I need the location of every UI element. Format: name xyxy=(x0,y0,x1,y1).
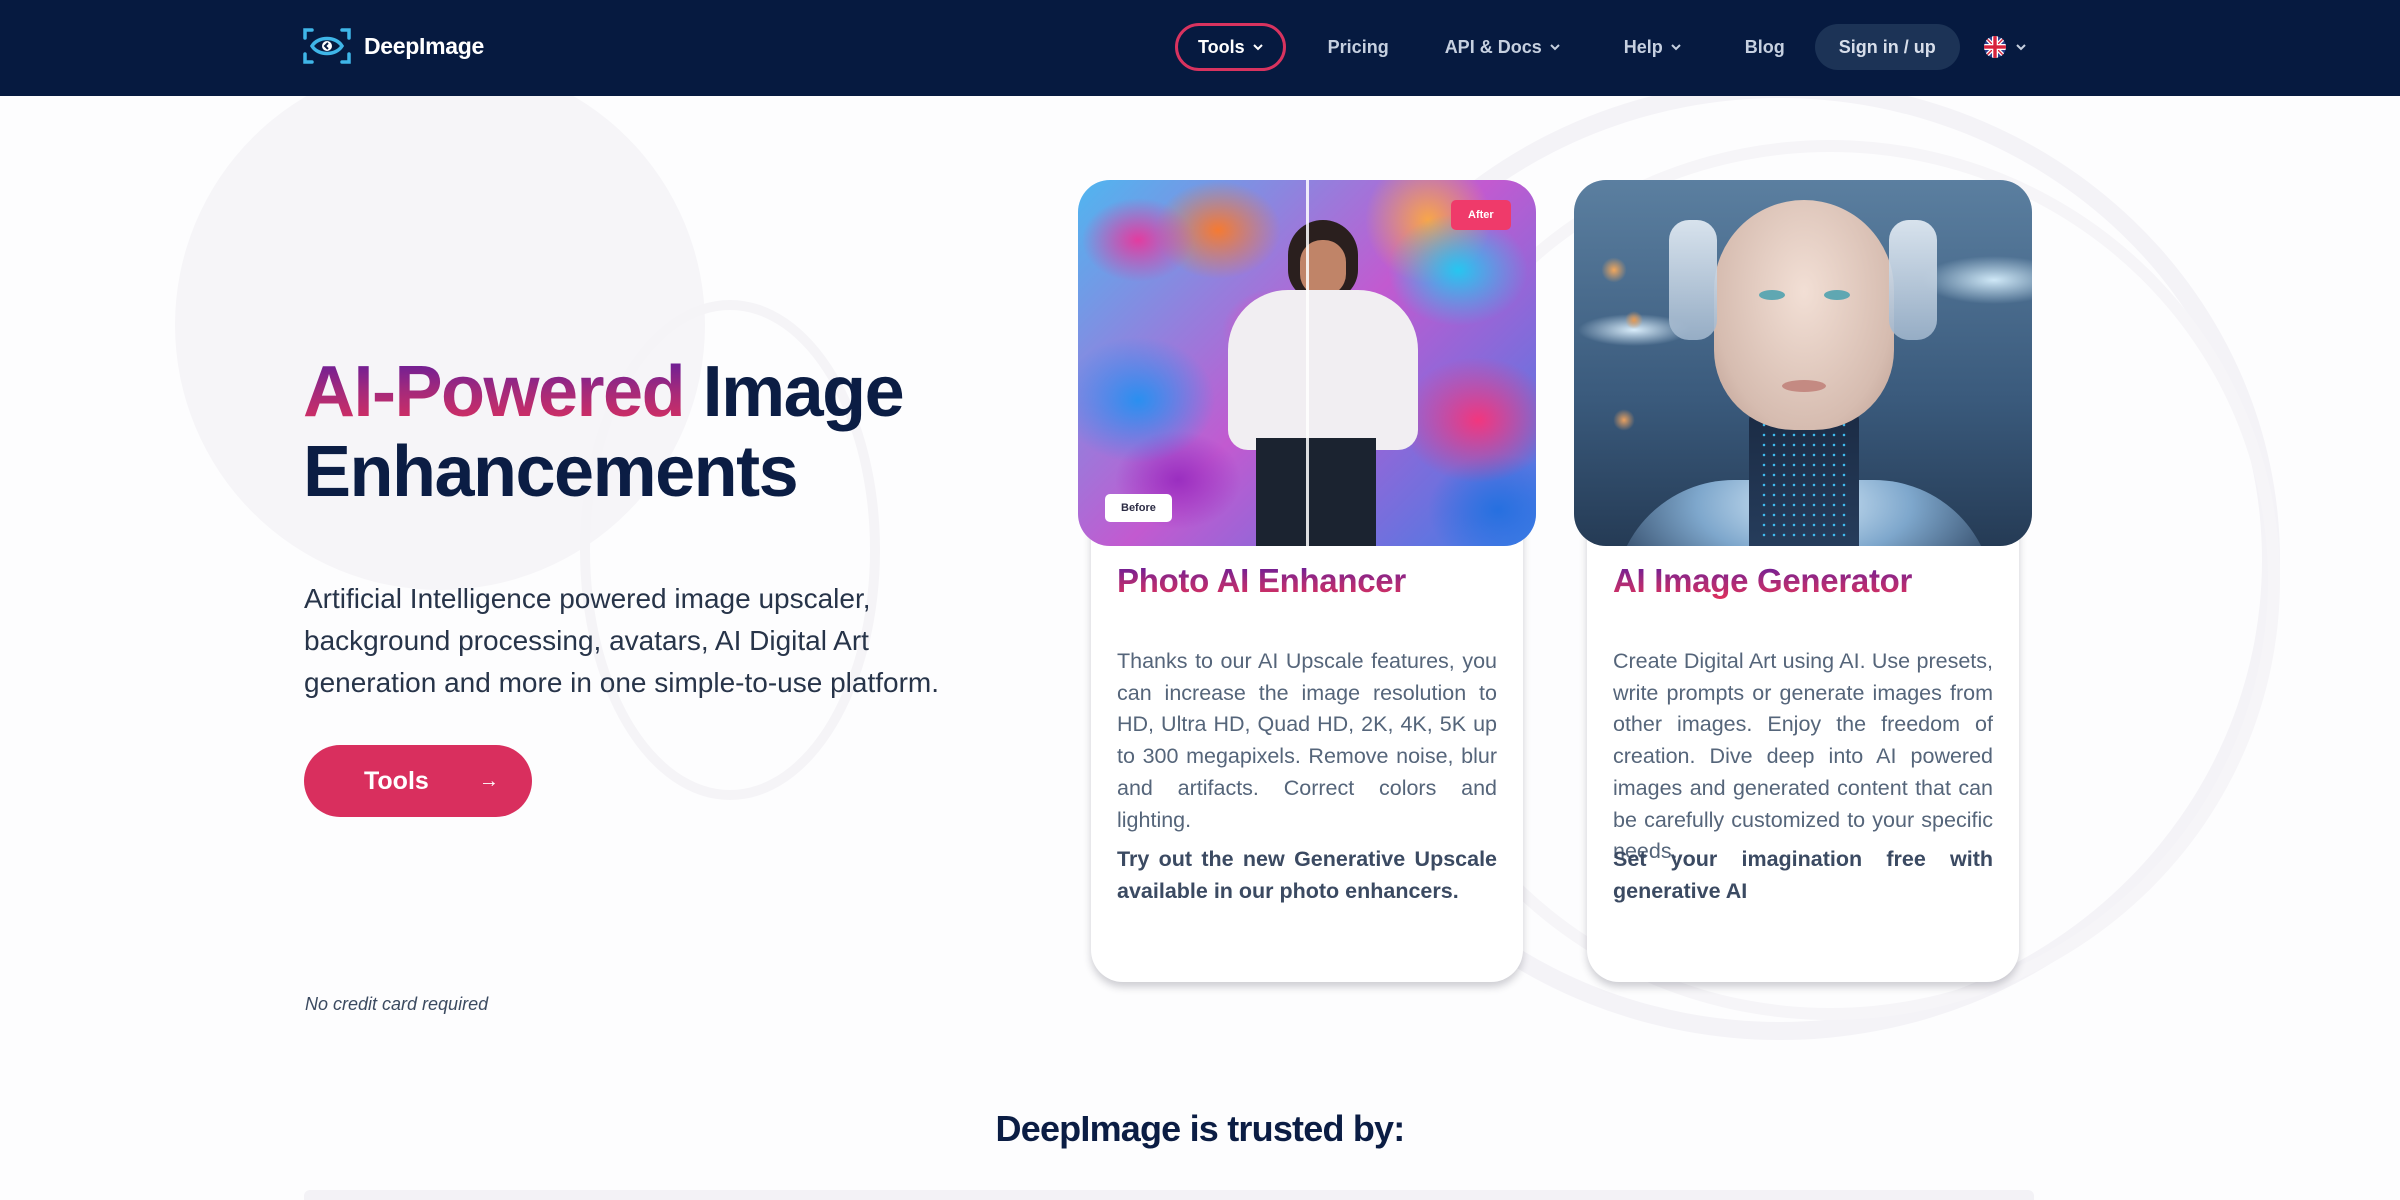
nav-api-docs-label: API & Docs xyxy=(1444,36,1542,57)
card-ai-image-generator[interactable]: AI Image Generator Create Digital Art us… xyxy=(1574,180,2032,982)
card-note: Try out the new Generative Upscale avail… xyxy=(1117,847,1497,903)
chevron-down-icon xyxy=(1671,44,1681,51)
card-body: AI Image Generator Create Digital Art us… xyxy=(1587,506,2019,982)
cyborg-eye xyxy=(1759,290,1785,300)
nav-api-docs[interactable]: API & Docs xyxy=(1423,23,1582,71)
no-credit-card-note: No credit card required xyxy=(305,994,489,1014)
nav-tools-label: Tools xyxy=(1198,36,1245,57)
arrow-right-icon: → xyxy=(478,769,499,792)
glowing-dots xyxy=(1759,420,1849,540)
card-description: Create Digital Art using AI. Use presets… xyxy=(1613,649,1993,864)
card-photo-ai-enhancer[interactable]: Before After Photo AI Enhancer Thanks to… xyxy=(1078,180,1536,982)
tools-cta-button[interactable]: Tools → xyxy=(304,745,532,817)
hero-title-highlight: AI-Powered xyxy=(303,352,686,432)
cyborg-eye xyxy=(1824,290,1850,300)
uk-flag-icon xyxy=(1983,36,2006,58)
before-badge: Before xyxy=(1105,494,1172,522)
cyborg-lips xyxy=(1782,380,1826,392)
before-after-image[interactable]: Before After xyxy=(1078,180,1536,546)
nav-pricing[interactable]: Pricing xyxy=(1312,23,1405,71)
card-body: Photo AI Enhancer Thanks to our AI Upsca… xyxy=(1091,506,1523,982)
sign-in-label: Sign in / up xyxy=(1838,36,1936,57)
hero-description: Artificial Intelligence powered image up… xyxy=(304,583,940,698)
hero-title-line2: Enhancements xyxy=(303,432,799,512)
nav-help[interactable]: Help xyxy=(1602,23,1703,71)
person-sweater xyxy=(1228,290,1418,450)
sign-in-button[interactable]: Sign in / up xyxy=(1814,24,1960,70)
trusted-by-heading: DeepImage is trusted by: xyxy=(995,1108,1406,1149)
card-description: Thanks to our AI Upscale features, you c… xyxy=(1117,649,1497,832)
nav-tools[interactable]: Tools xyxy=(1175,23,1286,71)
hero-title-line1-rest: Image xyxy=(702,352,905,432)
nav-blog[interactable]: Blog xyxy=(1723,23,1807,71)
headphone-left xyxy=(1669,220,1717,340)
main-menu: Tools Pricing API & Docs Help Blog Sign … xyxy=(1175,23,2026,71)
card-title: Photo AI Enhancer xyxy=(1117,562,1497,600)
person-pants xyxy=(1256,438,1376,546)
headphone-right xyxy=(1889,220,1937,340)
chevron-down-icon xyxy=(1252,44,1263,51)
card-title: AI Image Generator xyxy=(1613,562,1993,600)
logos-strip xyxy=(304,1190,2034,1200)
comparison-slider-handle[interactable] xyxy=(1306,180,1309,546)
nav-help-label: Help xyxy=(1623,36,1663,57)
language-selector[interactable] xyxy=(1983,23,2026,71)
nav-pricing-label: Pricing xyxy=(1327,36,1389,57)
brand-logo[interactable]: DeepImage xyxy=(302,26,484,66)
after-badge: After xyxy=(1451,200,1511,230)
chevron-down-icon xyxy=(1550,44,1560,51)
top-navbar: DeepImage Tools Pricing API & Docs Help … xyxy=(0,0,2400,96)
hero-title: AI-Powered Image Enhancements xyxy=(303,352,905,512)
cyborg-face xyxy=(1714,200,1894,430)
card-note: Set your imagination free with generativ… xyxy=(1613,847,1993,903)
tools-cta-label: Tools xyxy=(364,766,429,795)
chevron-down-icon xyxy=(2016,44,2026,51)
deepimage-eye-logo-icon xyxy=(303,28,351,64)
ai-generated-image[interactable] xyxy=(1574,180,2032,546)
brand-name: DeepImage xyxy=(364,32,485,59)
nav-blog-label: Blog xyxy=(1744,36,1785,57)
